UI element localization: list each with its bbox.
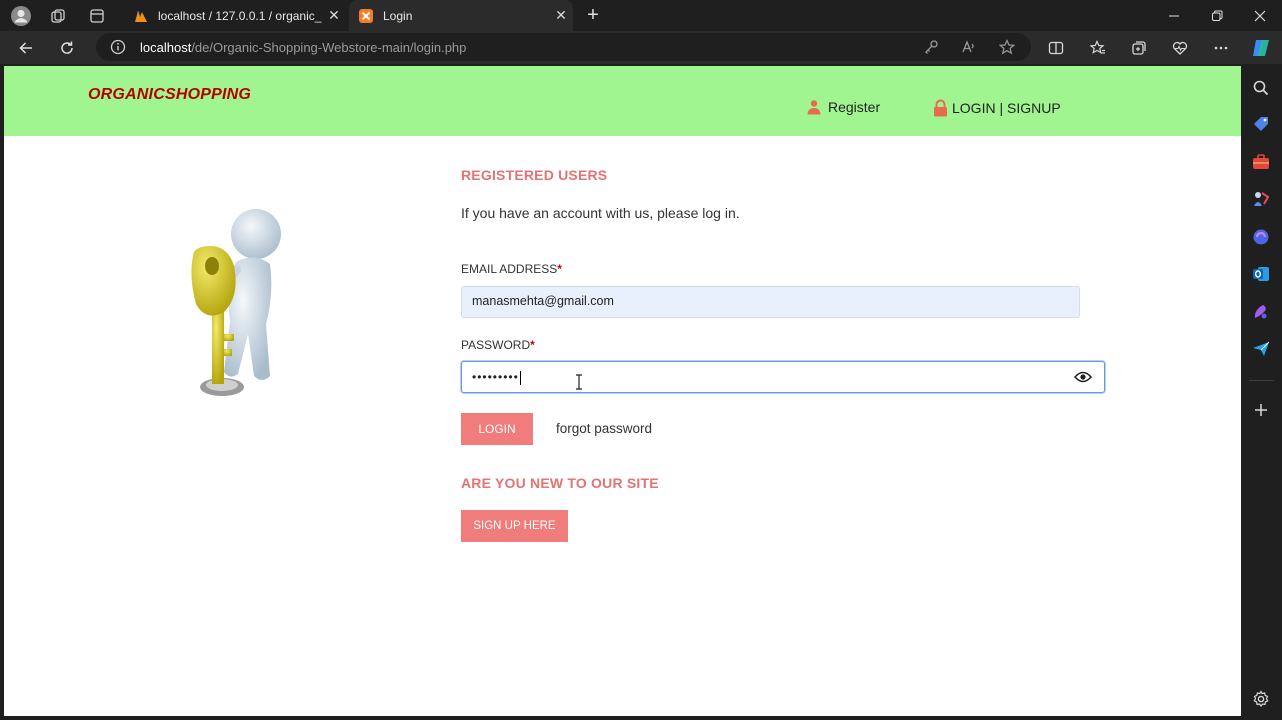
more-menu-button[interactable] bbox=[1208, 35, 1234, 61]
signup-button[interactable]: SIGN UP HERE bbox=[461, 510, 568, 542]
tab-actions-button[interactable] bbox=[82, 3, 112, 28]
email-label: EMAIL ADDRESS* bbox=[461, 262, 562, 276]
key-person-illustration bbox=[191, 209, 281, 396]
tab-actions-icon bbox=[90, 8, 104, 23]
tab-phpmyadmin[interactable]: localhost / 127.0.0.1 / organic_sh ✕ bbox=[124, 0, 346, 31]
search-icon[interactable] bbox=[1251, 78, 1271, 98]
back-arrow-icon bbox=[19, 42, 32, 54]
edge-sidebar bbox=[1241, 64, 1282, 720]
tab-login[interactable]: Login ✕ bbox=[349, 0, 573, 31]
close-tab-icon[interactable]: ✕ bbox=[549, 7, 573, 24]
tools-briefcase-icon[interactable] bbox=[1251, 152, 1271, 172]
login-signup-link[interactable]: LOGIN | SIGNUP bbox=[933, 99, 1061, 117]
required-mark: * bbox=[557, 262, 562, 276]
collections-button[interactable] bbox=[1126, 35, 1152, 61]
workspaces-button[interactable] bbox=[43, 3, 73, 28]
split-screen-button[interactable] bbox=[1043, 35, 1069, 61]
copilot-icon bbox=[1253, 40, 1269, 56]
forgot-password-link[interactable]: forgot password bbox=[556, 421, 652, 436]
login-button[interactable]: LOGIN bbox=[461, 413, 533, 445]
url-host: localhost bbox=[140, 40, 192, 55]
close-tab-icon[interactable]: ✕ bbox=[322, 7, 346, 24]
password-label-text: PASSWORD bbox=[461, 338, 531, 352]
copilot-sidebar-icon[interactable] bbox=[1251, 227, 1271, 247]
workspaces-icon bbox=[51, 8, 65, 23]
site-header: ORGANICSHOPPING Register LOGIN | SIGNUP bbox=[4, 66, 1241, 136]
games-icon[interactable] bbox=[1251, 189, 1271, 209]
copilot-button[interactable] bbox=[1248, 35, 1274, 61]
new-to-site-heading: ARE YOU NEW TO OUR SITE bbox=[461, 475, 659, 491]
register-label: Register bbox=[828, 99, 881, 115]
address-bar[interactable]: localhost/de/Organic-Shopping-Webstore-m… bbox=[96, 33, 1031, 61]
browser-essentials-button[interactable] bbox=[1167, 35, 1193, 61]
tab-title: localhost / 127.0.0.1 / organic_sh bbox=[158, 8, 322, 23]
collections-icon bbox=[1132, 41, 1146, 55]
tab-strip: localhost / 127.0.0.1 / organic_sh ✕ Log… bbox=[0, 0, 1282, 31]
refresh-icon bbox=[61, 41, 73, 54]
favorites-icon bbox=[1090, 40, 1105, 54]
xampp-favicon-icon bbox=[359, 8, 373, 23]
back-button[interactable] bbox=[13, 35, 39, 61]
page-viewport: ORGANICSHOPPING Register LOGIN | SIGNUP bbox=[4, 66, 1241, 716]
phpmyadmin-favicon-icon bbox=[135, 10, 147, 22]
text-caret bbox=[519, 370, 521, 385]
password-field[interactable]: ••••••••• bbox=[461, 361, 1105, 393]
new-tab-button[interactable]: + bbox=[580, 3, 606, 28]
register-link[interactable]: Register bbox=[806, 99, 880, 115]
tab-title: Login bbox=[383, 8, 413, 23]
refresh-button[interactable] bbox=[54, 35, 80, 61]
close-window-button[interactable] bbox=[1238, 0, 1282, 31]
site-logo[interactable]: ORGANICSHOPPING bbox=[88, 86, 251, 104]
password-masked-value: ••••••••• bbox=[472, 370, 519, 384]
profile-icon bbox=[11, 5, 31, 26]
lock-icon bbox=[934, 99, 947, 117]
restore-button[interactable] bbox=[1195, 0, 1239, 31]
shopping-tag-icon[interactable] bbox=[1251, 114, 1271, 134]
favorites-button[interactable] bbox=[1085, 35, 1111, 61]
show-password-eye-icon[interactable] bbox=[1074, 370, 1092, 384]
required-mark: * bbox=[530, 338, 535, 352]
close-icon bbox=[1254, 10, 1266, 21]
url-text: localhost/de/Organic-Shopping-Webstore-m… bbox=[140, 40, 466, 55]
send-icon[interactable] bbox=[1251, 339, 1271, 359]
profile-avatar[interactable] bbox=[6, 3, 36, 28]
password-key-icon[interactable] bbox=[922, 38, 940, 56]
site-info-icon[interactable] bbox=[109, 38, 127, 56]
minimize-icon bbox=[1169, 15, 1179, 16]
sidebar-divider bbox=[1249, 380, 1274, 381]
email-label-text: EMAIL ADDRESS bbox=[461, 262, 558, 276]
restore-icon bbox=[1212, 10, 1223, 21]
login-intro-text: If you have an account with us, please l… bbox=[461, 205, 740, 221]
read-aloud-icon[interactable] bbox=[960, 38, 978, 56]
settings-gear-icon[interactable] bbox=[1251, 689, 1271, 709]
browser-toolbar: localhost/de/Organic-Shopping-Webstore-m… bbox=[0, 31, 1282, 64]
password-label: PASSWORD* bbox=[461, 338, 535, 352]
registered-users-heading: REGISTERED USERS bbox=[461, 167, 608, 183]
outlook-icon[interactable] bbox=[1251, 264, 1271, 284]
minimize-button[interactable] bbox=[1152, 0, 1196, 31]
heart-pulse-icon bbox=[1172, 41, 1188, 55]
login-signup-label: LOGIN | SIGNUP bbox=[952, 100, 1061, 116]
email-field[interactable]: manasmehta@gmail.com bbox=[461, 286, 1080, 318]
favorite-star-icon[interactable] bbox=[998, 38, 1016, 56]
split-screen-icon bbox=[1048, 41, 1064, 55]
ellipsis-icon bbox=[1214, 46, 1228, 50]
text-cursor-icon bbox=[576, 374, 582, 390]
add-icon[interactable] bbox=[1251, 400, 1271, 420]
url-path: /de/Organic-Shopping-Webstore-main/login… bbox=[191, 40, 467, 55]
user-icon bbox=[807, 100, 821, 115]
designer-icon[interactable] bbox=[1251, 302, 1271, 322]
